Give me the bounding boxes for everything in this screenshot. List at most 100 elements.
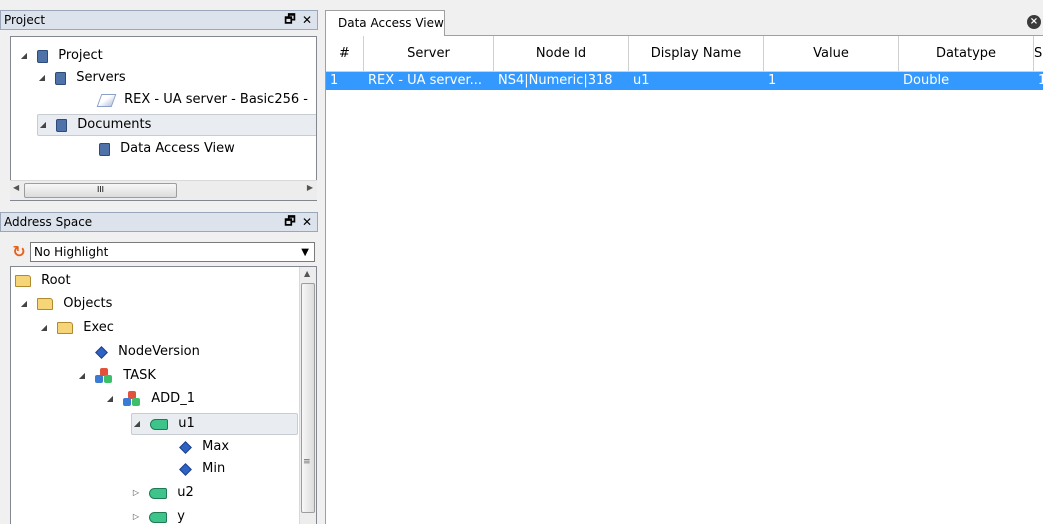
highlight-toolbar: ↻ No Highlight ▼: [10, 240, 317, 264]
cell-index: 1: [330, 73, 339, 88]
tree-node-min[interactable]: Min: [175, 458, 225, 480]
server-icon: [96, 93, 117, 107]
address-tree: Root ◢ Objects ◢ Exec NodeVersion ◢ TASK…: [10, 266, 317, 524]
close-icon[interactable]: ✕: [300, 13, 314, 27]
tree-label: Root: [41, 273, 71, 288]
tree-node-y[interactable]: ▷ y: [131, 506, 185, 524]
tree-node-data-access-view[interactable]: Data Access View: [95, 138, 235, 160]
expand-arrow-icon[interactable]: ◢: [19, 45, 29, 67]
project-horizontal-scrollbar[interactable]: ◀ III ▶: [10, 180, 317, 200]
tree-label: Objects: [63, 296, 113, 311]
property-icon: [95, 345, 108, 359]
scroll-right-icon[interactable]: ▶: [307, 183, 313, 192]
tree-label: Data Access View: [120, 141, 235, 156]
table-row[interactable]: 1 REX - UA server... NS4|Numeric|318 u1 …: [326, 72, 1043, 90]
cell-display-name: u1: [633, 73, 650, 88]
restore-icon[interactable]: 🗗: [283, 10, 297, 31]
scroll-thumb[interactable]: [301, 283, 315, 513]
column-header[interactable]: #: [326, 36, 364, 71]
property-icon: [179, 440, 192, 454]
scroll-up-icon[interactable]: ▲: [304, 269, 310, 278]
tree-label: Min: [202, 461, 226, 476]
tree-node-add1[interactable]: ◢ ADD_1: [105, 388, 195, 410]
expand-arrow-icon[interactable]: ◢: [19, 293, 29, 315]
tree-node-u2[interactable]: ▷ u2: [131, 482, 194, 504]
expand-arrow-icon[interactable]: ◢: [39, 317, 49, 339]
column-header[interactable]: Display Name: [629, 36, 764, 71]
address-panel-header: Address Space 🗗 ✕: [0, 212, 318, 232]
project-panel-title: Project: [4, 13, 46, 27]
column-header[interactable]: Value: [764, 36, 899, 71]
expand-arrow-icon[interactable]: ◢: [38, 115, 48, 135]
tree-label: Exec: [83, 320, 114, 335]
cell-value: 1: [768, 73, 777, 88]
scroll-grip: ≡: [303, 457, 311, 467]
scroll-grip: III: [96, 185, 105, 194]
cell-datatype: Double: [903, 73, 950, 88]
tree-label: y: [177, 509, 185, 524]
document-tabstrip: Data Access View ×: [325, 10, 1043, 36]
tree-label: REX - UA server - Basic256 -: [124, 92, 308, 107]
restore-icon[interactable]: 🗗: [283, 212, 297, 233]
tree-node-exec[interactable]: ◢ Exec: [39, 317, 114, 339]
tree-node-root[interactable]: Root: [13, 270, 71, 292]
expand-arrow-icon[interactable]: ◢: [77, 365, 87, 387]
variable-icon: [149, 487, 168, 499]
refresh-icon[interactable]: ↻: [10, 243, 28, 261]
tree-node-objects[interactable]: ◢ Objects: [19, 293, 112, 315]
document-icon: [99, 142, 110, 156]
tree-label: TASK: [123, 368, 156, 383]
highlight-select-value: No Highlight: [34, 245, 109, 259]
tree-node-project[interactable]: ◢ Project: [19, 45, 103, 67]
variable-icon: [149, 511, 168, 523]
folder-icon: [56, 118, 68, 132]
collapsed-arrow-icon[interactable]: ▷: [131, 482, 141, 504]
project-icon: [37, 49, 49, 63]
tree-label: Documents: [77, 117, 152, 132]
folder-icon: [15, 275, 31, 287]
column-header[interactable]: S: [1034, 36, 1043, 71]
address-vertical-scrollbar[interactable]: ▲ ≡: [299, 267, 316, 524]
expand-arrow-icon[interactable]: ◢: [132, 414, 142, 434]
column-header[interactable]: Node Id: [494, 36, 629, 71]
tree-node-task[interactable]: ◢ TASK: [77, 365, 156, 387]
tab-data-access-view[interactable]: Data Access View: [325, 10, 445, 36]
expand-arrow-icon[interactable]: ◢: [105, 388, 115, 410]
chevron-down-icon[interactable]: ▼: [301, 247, 314, 258]
tab-label: Data Access View: [338, 16, 444, 30]
tree-node-max[interactable]: Max: [175, 436, 229, 458]
cell-extra: 1: [1034, 72, 1043, 90]
scroll-thumb[interactable]: III: [24, 183, 177, 198]
tree-node-documents[interactable]: ◢ Documents: [37, 114, 316, 136]
expand-arrow-icon[interactable]: ◢: [37, 67, 47, 89]
tree-node-nodeversion[interactable]: NodeVersion: [91, 341, 200, 363]
cell-node-id: NS4|Numeric|318: [498, 73, 613, 88]
tree-label: ADD_1: [151, 391, 195, 406]
scroll-left-icon[interactable]: ◀: [13, 183, 19, 192]
folder-icon: [57, 322, 74, 334]
tree-label: Max: [202, 439, 230, 454]
folder-icon: [55, 71, 67, 85]
project-tree: ◢ Project ◢ Servers REX - UA server - Ba…: [10, 36, 317, 201]
grid-header: # Server Node Id Display Name Value Data…: [326, 36, 1043, 72]
variable-icon: [150, 418, 169, 430]
tree-node-u1[interactable]: ◢ u1: [131, 413, 298, 435]
collapsed-arrow-icon[interactable]: ▷: [131, 506, 141, 524]
cell-server: REX - UA server...: [368, 73, 483, 88]
close-circle-icon[interactable]: ×: [1027, 15, 1041, 29]
object-cluster-icon: [95, 368, 113, 384]
close-icon[interactable]: ✕: [300, 215, 314, 229]
tree-label: NodeVersion: [118, 344, 200, 359]
tree-node-servers[interactable]: ◢ Servers: [37, 67, 126, 89]
tree-label: u2: [177, 485, 194, 500]
folder-icon: [37, 298, 54, 310]
column-header[interactable]: Server: [364, 36, 494, 71]
property-icon: [179, 462, 192, 476]
object-cluster-icon: [123, 391, 141, 407]
highlight-select[interactable]: No Highlight ▼: [30, 242, 315, 262]
tree-label: Servers: [76, 70, 126, 85]
tree-label: u1: [178, 416, 195, 431]
column-header[interactable]: Datatype: [899, 36, 1034, 71]
tree-node-server-item[interactable]: REX - UA server - Basic256 -: [95, 89, 308, 111]
tree-label: Project: [58, 48, 103, 63]
